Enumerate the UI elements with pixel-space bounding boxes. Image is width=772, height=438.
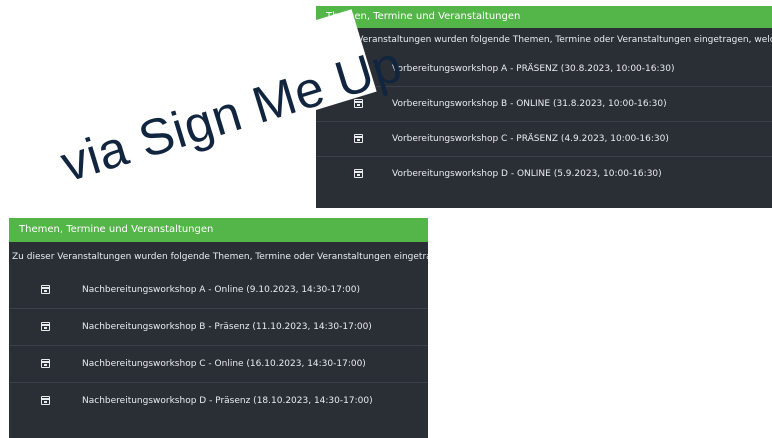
- calendar-icon: [354, 99, 363, 108]
- event-label: Vorbereitungsworkshop B - ONLINE (31.8.2…: [392, 99, 667, 109]
- event-item[interactable]: Nachbereitungsworkshop D - Präsenz (18.1…: [9, 383, 428, 419]
- calendar-icon: [41, 396, 50, 405]
- event-item[interactable]: Vorbereitungsworkshop C - PRÄSENZ (4.9.2…: [316, 122, 772, 157]
- event-label: Nachbereitungsworkshop D - Präsenz (18.1…: [82, 396, 373, 406]
- event-item[interactable]: Vorbereitungsworkshop D - ONLINE (5.9.20…: [316, 157, 772, 191]
- event-item[interactable]: Nachbereitungsworkshop C - Online (16.10…: [9, 346, 428, 383]
- event-label: Vorbereitungsworkshop A - PRÄSENZ (30.8.…: [392, 64, 675, 74]
- calendar-icon: [41, 359, 50, 368]
- calendar-icon: [354, 64, 363, 73]
- calendar-icon: [354, 134, 363, 143]
- event-item[interactable]: Nachbereitungsworkshop A - Online (9.10.…: [9, 272, 428, 309]
- event-item[interactable]: Vorbereitungsworkshop B - ONLINE (31.8.2…: [316, 87, 772, 122]
- calendar-icon: [354, 169, 363, 178]
- event-label: Nachbereitungsworkshop C - Online (16.10…: [82, 359, 366, 369]
- panel-header: Themen, Termine und Veranstaltungen: [9, 218, 428, 242]
- calendar-icon: [41, 285, 50, 294]
- event-label: Nachbereitungsworkshop A - Online (9.10.…: [82, 285, 360, 295]
- events-panel-bottom: Themen, Termine und Veranstaltungen Zu d…: [9, 218, 428, 438]
- event-label: Vorbereitungsworkshop C - PRÄSENZ (4.9.2…: [392, 134, 669, 144]
- event-label: Vorbereitungsworkshop D - ONLINE (5.9.20…: [392, 169, 662, 179]
- panel-header: Themen, Termine und Veranstaltungen: [316, 6, 772, 28]
- event-list: Nachbereitungsworkshop A - Online (9.10.…: [9, 272, 428, 419]
- event-list: Vorbereitungsworkshop A - PRÄSENZ (30.8.…: [316, 52, 772, 191]
- event-item[interactable]: Nachbereitungsworkshop B - Präsenz (11.1…: [9, 309, 428, 346]
- event-item[interactable]: Vorbereitungsworkshop A - PRÄSENZ (30.8.…: [316, 52, 772, 87]
- panel-intro-text: Zu dieser Veranstaltungen wurden folgend…: [12, 252, 428, 262]
- event-label: Nachbereitungsworkshop B - Präsenz (11.1…: [82, 322, 372, 332]
- sign-me-up-banner: via Sign Me Up: [12, 9, 408, 205]
- events-panel-top: Themen, Termine und Veranstaltungen Zu d…: [316, 6, 772, 208]
- panel-intro-text: Zu dieser Veranstaltungen wurden folgend…: [316, 35, 772, 45]
- calendar-icon: [41, 322, 50, 331]
